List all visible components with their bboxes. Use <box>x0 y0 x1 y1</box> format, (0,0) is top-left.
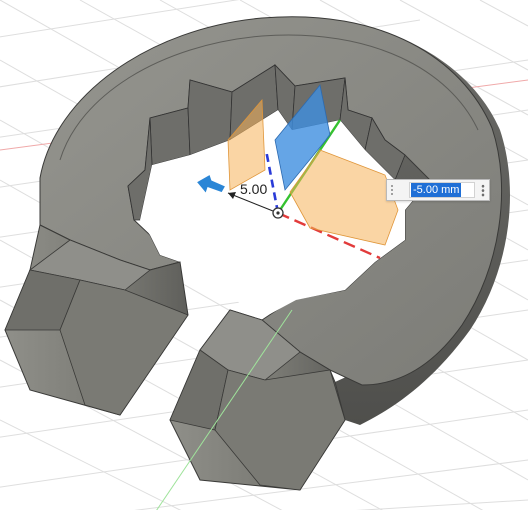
grip-icon[interactable] <box>390 184 394 196</box>
origin-point-icon[interactable] <box>272 207 284 219</box>
options-menu-icon[interactable] <box>481 184 485 197</box>
dimension-label: 5.00 <box>240 181 268 197</box>
dimension-input-box[interactable]: -5.00 mm <box>386 179 490 201</box>
dimension-input-value: -5.00 mm <box>411 183 462 197</box>
dimension-input[interactable]: -5.00 mm <box>409 182 475 198</box>
canvas-viewport[interactable] <box>0 0 528 510</box>
